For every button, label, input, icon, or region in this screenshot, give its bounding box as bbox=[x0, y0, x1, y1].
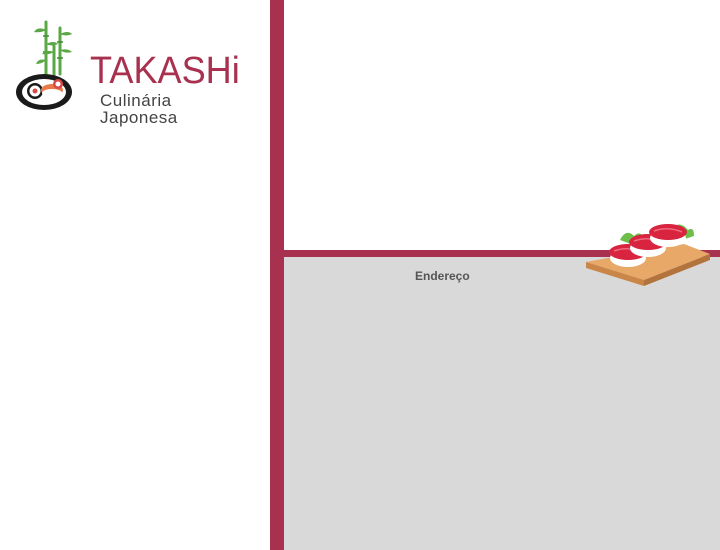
sushi-plate-icon bbox=[586, 224, 710, 286]
header-area bbox=[284, 0, 720, 250]
sushi-bamboo-logo-icon bbox=[16, 20, 72, 110]
brand-tagline: Culinária Japonesa bbox=[100, 91, 178, 127]
brand-text: TAKASHi Culinária Japonesa bbox=[90, 52, 248, 126]
sidebar: TAKASHi Culinária Japonesa bbox=[0, 0, 270, 550]
page: TAKASHi Culinária Japonesa Endereço bbox=[0, 0, 720, 550]
brand-logo[interactable]: TAKASHi Culinária Japonesa bbox=[14, 16, 246, 126]
vertical-divider bbox=[270, 0, 284, 550]
address-label: Endereço bbox=[415, 269, 470, 283]
brand-name: TAKASHi bbox=[90, 50, 240, 92]
content-panel: Endereço bbox=[284, 257, 720, 550]
